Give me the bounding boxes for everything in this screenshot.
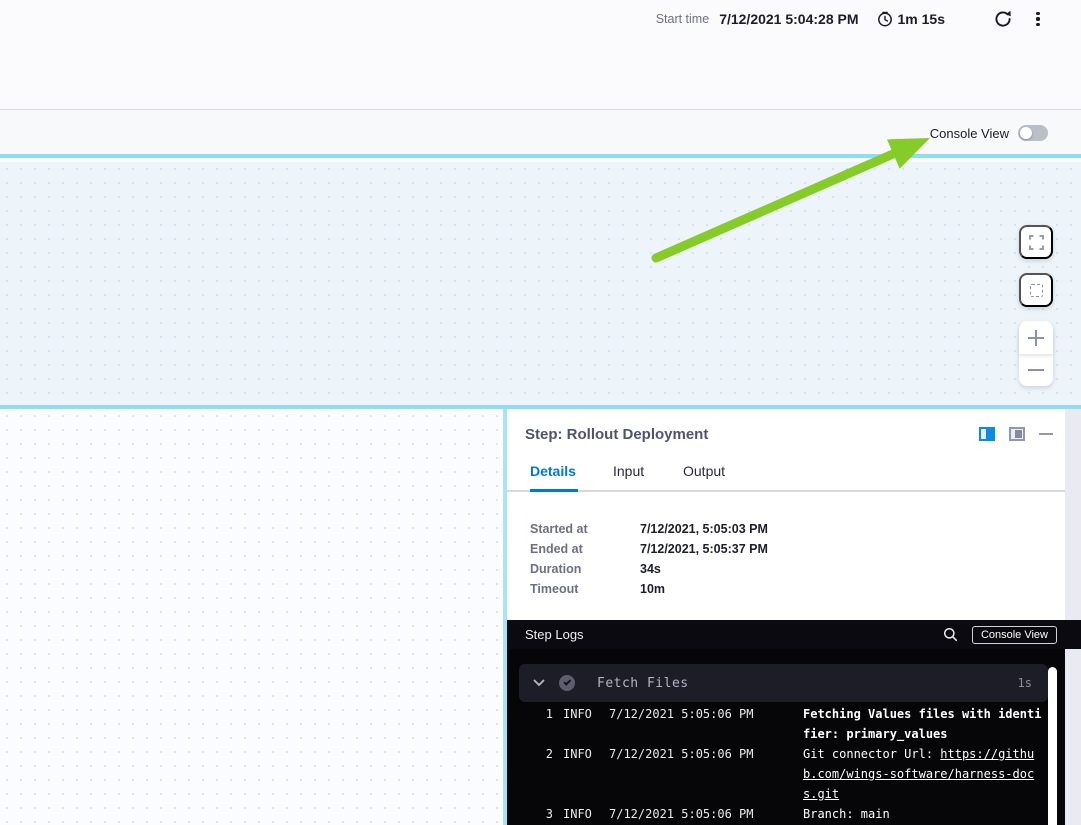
log-entries: 1 INFO 7/12/2021 5:05:06 PM Fetching Val… <box>507 704 1047 824</box>
fullscreen-button[interactable] <box>1019 225 1053 259</box>
tab-input[interactable]: Input <box>613 463 644 479</box>
log-message: Branch: main <box>803 804 1045 824</box>
log-line-number: 2 <box>531 744 553 804</box>
kebab-menu-icon <box>1036 12 1039 15</box>
console-view-group: Console View <box>930 125 1048 141</box>
log-message: Git connector Url: https://github.com/wi… <box>803 744 1045 804</box>
console-view-label: Console View <box>930 126 1009 141</box>
log-section-duration: 1s <box>1018 676 1032 690</box>
detail-row: Duration 34s <box>530 559 768 579</box>
log-entry: 3 INFO 7/12/2021 5:05:06 PM Branch: main <box>507 804 1047 824</box>
detail-value: 34s <box>640 562 661 576</box>
fit-view-icon <box>1030 284 1043 297</box>
step-logs-title: Step Logs <box>525 627 584 642</box>
log-section-header[interactable]: Fetch Files 1s <box>519 664 1048 702</box>
zoom-controls <box>1019 321 1053 386</box>
log-line-number: 1 <box>531 704 553 744</box>
log-level: INFO <box>563 744 601 804</box>
log-message: Fetching Values files with identifier: p… <box>803 704 1045 744</box>
detail-label: Timeout <box>530 582 640 596</box>
step-details-panel: Step: Rollout Deployment Details Input O… <box>507 409 1081 825</box>
zoom-out-button[interactable] <box>1019 354 1053 386</box>
fit-view-button[interactable] <box>1019 273 1053 307</box>
detail-row: Ended at 7/12/2021, 5:05:37 PM <box>530 539 768 559</box>
zoom-in-button[interactable] <box>1019 322 1053 354</box>
split-bottom-icon[interactable] <box>1009 427 1025 441</box>
console-view-toggle[interactable] <box>1018 125 1048 141</box>
split-right-icon[interactable] <box>979 427 995 441</box>
detail-row: Timeout 10m <box>530 579 768 599</box>
log-level: INFO <box>563 804 601 824</box>
zoom-out-icon <box>1028 369 1044 371</box>
detail-row: Started at 7/12/2021, 5:05:03 PM <box>530 519 768 539</box>
panel-header-icons <box>979 427 1053 441</box>
start-time-value: 7/12/2021 5:04:28 PM <box>719 11 858 27</box>
log-section-title: Fetch Files <box>597 676 689 691</box>
duration-value: 1m 15s <box>898 11 945 27</box>
log-message-prefix: Git connector Url: <box>803 747 940 761</box>
log-timestamp: 7/12/2021 5:05:06 PM <box>609 804 767 824</box>
elapsed-duration: 1m 15s <box>877 11 945 27</box>
refresh-icon <box>993 9 1013 29</box>
stage-graph-canvas[interactable] <box>0 162 1081 405</box>
minimize-icon[interactable] <box>1039 433 1053 436</box>
tab-details[interactable]: Details <box>530 463 576 479</box>
clock-icon <box>877 11 893 27</box>
active-tab-underline <box>530 489 578 492</box>
topbar-right-group: Start time 7/12/2021 5:04:28 PM 1m 15s <box>656 9 1045 29</box>
log-timestamp: 7/12/2021 5:05:06 PM <box>609 744 767 804</box>
topbar: Start time 7/12/2021 5:04:28 PM 1m 15s <box>0 0 1081 110</box>
detail-label: Duration <box>530 562 640 576</box>
log-level: INFO <box>563 704 601 744</box>
logs-bar-actions: Console View <box>943 626 1057 644</box>
log-entry: 1 INFO 7/12/2021 5:05:06 PM Fetching Val… <box>507 704 1047 744</box>
search-icon[interactable] <box>943 627 958 642</box>
pipeline-execution-screen: Start time 7/12/2021 5:04:28 PM 1m 15s C… <box>0 0 1081 825</box>
toggle-knob <box>1020 127 1032 139</box>
chevron-down-icon <box>533 679 545 687</box>
detail-label: Started at <box>530 522 640 536</box>
detail-value: 10m <box>640 582 665 596</box>
stage-subbar: Console View <box>0 111 1081 158</box>
detail-value: 7/12/2021, 5:05:37 PM <box>640 542 768 556</box>
fullscreen-icon <box>1029 235 1044 250</box>
step-graph-canvas[interactable]: Execution Rollout Deployment <box>0 409 503 825</box>
detail-value: 7/12/2021, 5:05:03 PM <box>640 522 768 536</box>
details-list: Started at 7/12/2021, 5:05:03 PM Ended a… <box>530 519 768 599</box>
log-timestamp: 7/12/2021 5:05:06 PM <box>609 704 767 744</box>
log-viewer[interactable]: Fetch Files 1s 1 INFO 7/12/2021 5:05:06 … <box>507 649 1065 825</box>
panel-title: Step: Rollout Deployment <box>525 426 708 443</box>
panel-scrollbar-track[interactable] <box>1065 409 1081 825</box>
log-success-icon <box>559 675 575 691</box>
zoom-in-icon <box>1028 330 1044 346</box>
tab-output[interactable]: Output <box>683 463 725 479</box>
log-entry: 2 INFO 7/12/2021 5:05:06 PM Git connecto… <box>507 744 1047 804</box>
log-scrollbar-thumb[interactable] <box>1048 667 1057 825</box>
refresh-button[interactable] <box>993 9 1013 29</box>
kebab-menu-button[interactable] <box>1031 12 1045 27</box>
detail-label: Ended at <box>530 542 640 556</box>
start-time-label: Start time <box>656 12 710 26</box>
panel-tabs: Details Input Output <box>507 461 1065 492</box>
log-line-number: 3 <box>531 804 553 824</box>
logs-console-view-button[interactable]: Console View <box>972 626 1057 644</box>
step-logs-bar: Step Logs Console View <box>507 620 1081 649</box>
